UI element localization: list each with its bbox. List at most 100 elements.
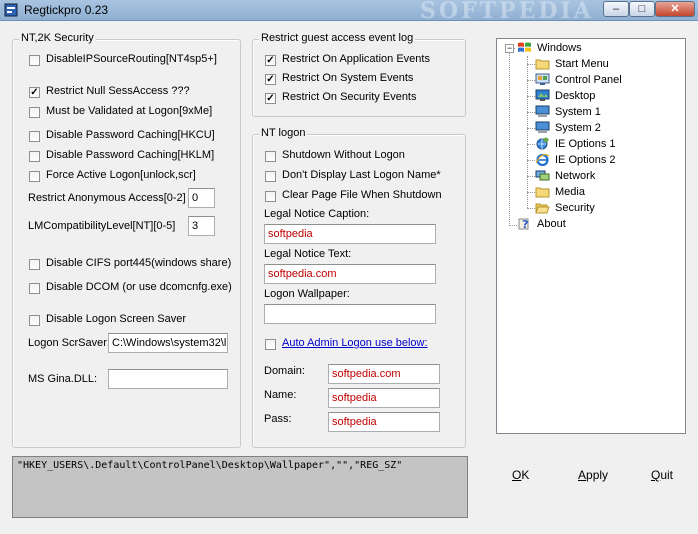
minimize-icon: – — [612, 3, 620, 15]
watermark-text: SOFTPEDIA — [420, 0, 594, 24]
app-window: Regtickpro 0.23 SOFTPEDIA – □ ✕ NT,2K Se… — [0, 0, 698, 534]
ms-gina-label: MS Gina.DLL: — [28, 373, 98, 385]
tree-label-ie-options-1: IE Options 1 — [555, 138, 616, 150]
legal-notice-caption-label: Legal Notice Caption: — [264, 208, 370, 220]
disable-logon-saver-label: Disable Logon Screen Saver — [46, 313, 187, 325]
restrict-null-sess-label: Restrict Null SessAccess ??? — [46, 85, 190, 97]
must-validate-checkbox[interactable] — [29, 107, 40, 118]
logon-scrsaver-field[interactable]: C:\Windows\system32\l — [108, 333, 228, 353]
restrict-app-events-label: Restrict On Application Events — [282, 53, 430, 65]
clear-pagefile-label: Clear Page File When Shutdown — [282, 189, 442, 201]
disable-dcom-checkbox[interactable] — [29, 283, 40, 294]
tree-label-about: About — [537, 218, 566, 230]
desktop-icon — [535, 89, 550, 101]
disable-pw-cache-hklm-label: Disable Password Caching[HKLM] — [46, 149, 215, 161]
disable-pw-cache-hklm-checkbox[interactable] — [29, 151, 40, 162]
disable-pw-cache-hkcu-checkbox[interactable] — [29, 131, 40, 142]
auto-admin-logon-link[interactable]: Auto Admin Logon use below: — [282, 337, 428, 349]
window-title: Regtickpro 0.23 — [24, 3, 109, 17]
logon-wallpaper-label: Logon Wallpaper: — [264, 288, 350, 300]
quit-mnemonic: Q — [651, 468, 661, 482]
tree-label-control-panel: Control Panel — [555, 74, 622, 86]
tree-label-media: Media — [555, 186, 585, 198]
shutdown-without-logon-label: Shutdown Without Logon — [282, 149, 405, 161]
quit-label-rest: uit — [660, 468, 674, 482]
computer-icon — [535, 121, 550, 133]
tree-label-windows: Windows — [537, 42, 582, 54]
disable-ip-source-routing-checkbox[interactable] — [29, 55, 40, 66]
folder-open-icon — [535, 203, 550, 214]
tree-label-network: Network — [555, 170, 596, 182]
close-button[interactable]: ✕ — [655, 1, 695, 17]
restrict-null-sess-checkbox[interactable]: ✓ — [29, 87, 40, 98]
tree-label-ie-options-2: IE Options 2 — [555, 154, 616, 166]
svg-text:?: ? — [522, 218, 528, 230]
title-bar[interactable]: Regtickpro 0.23 SOFTPEDIA – □ ✕ — [0, 0, 698, 24]
quit-button[interactable]: Quit — [651, 467, 673, 483]
windows-logo-icon — [518, 42, 531, 52]
clear-pagefile-checkbox[interactable] — [265, 191, 276, 202]
tree-label-start-menu: Start Menu — [555, 58, 609, 70]
lmcompat-level-label: LMCompatibilityLevel[NT][0-5] — [28, 220, 176, 232]
disable-pw-cache-hkcu-label: Disable Password Caching[HKCU] — [46, 129, 215, 141]
restrict-sec-events-checkbox[interactable]: ✓ — [265, 93, 276, 104]
apply-label-rest: pply — [586, 468, 609, 482]
apply-button[interactable]: Apply — [578, 467, 608, 483]
pass-label: Pass: — [264, 413, 292, 425]
disable-cifs-label: Disable CIFS port445(windows share) — [46, 257, 232, 269]
guest-access-title: Restrict guest access event log — [259, 32, 416, 44]
collapse-icon[interactable]: − — [505, 44, 514, 53]
tree-label-system-1: System 1 — [555, 106, 601, 118]
nt-logon-title: NT logon — [259, 127, 308, 139]
dont-display-last-checkbox[interactable] — [265, 171, 276, 182]
tree-label-system-2: System 2 — [555, 122, 601, 134]
ms-gina-field[interactable] — [108, 369, 228, 389]
restrict-app-events-checkbox[interactable]: ✓ — [265, 55, 276, 66]
shutdown-without-logon-checkbox[interactable] — [265, 151, 276, 162]
tree-label-desktop: Desktop — [555, 90, 596, 102]
folder-icon — [535, 59, 550, 70]
domain-label: Domain: — [264, 365, 305, 377]
ok-mnemonic: O — [512, 468, 522, 482]
folder-icon — [535, 187, 550, 198]
category-tree[interactable]: − Windows Start Menu Control Panel Deskt… — [496, 38, 686, 434]
logon-scrsaver-label: Logon ScrSaver: — [28, 337, 110, 349]
name-label: Name: — [264, 389, 297, 401]
network-icon — [535, 170, 550, 181]
domain-field[interactable]: softpedia.com — [328, 364, 440, 384]
lmcompat-level-field[interactable]: 3 — [188, 216, 215, 236]
restrict-sys-events-checkbox[interactable]: ✓ — [265, 74, 276, 85]
legal-notice-caption-field[interactable]: softpedia — [264, 224, 436, 244]
disable-ip-source-routing-label: DisableIPSourceRouting[NT4sp5+] — [46, 53, 217, 65]
globe-gear-icon — [536, 137, 549, 150]
disable-cifs-checkbox[interactable] — [29, 259, 40, 270]
maximize-button[interactable]: □ — [629, 1, 655, 17]
ok-label-rest: K — [521, 468, 530, 482]
tree-label-security: Security — [555, 202, 595, 214]
minimize-button[interactable]: – — [603, 1, 629, 17]
disable-dcom-label: Disable DCOM (or use dcomcnfg.exe) — [46, 281, 232, 293]
name-field[interactable]: softpedia — [328, 388, 440, 408]
ok-button[interactable]: OK — [512, 467, 529, 483]
force-active-logon-label: Force Active Logon[unlock,scr] — [46, 169, 196, 181]
app-icon — [4, 3, 18, 17]
auto-admin-logon-checkbox[interactable] — [265, 339, 276, 350]
registry-path-status: "HKEY_USERS\.Default\ControlPanel\Deskto… — [12, 456, 468, 518]
legal-notice-text-field[interactable]: softpedia.com — [264, 264, 436, 284]
restrict-sec-events-label: Restrict On Security Events — [282, 91, 417, 103]
must-validate-label: Must be Validated at Logon[9xMe] — [46, 105, 213, 117]
maximize-icon: □ — [638, 3, 646, 15]
disable-logon-saver-checkbox[interactable] — [29, 315, 40, 326]
pass-field[interactable]: softpedia — [328, 412, 440, 432]
restrict-sys-events-label: Restrict On System Events — [282, 72, 414, 84]
computer-icon — [535, 105, 550, 117]
force-active-logon-checkbox[interactable] — [29, 171, 40, 182]
close-icon: ✕ — [670, 3, 680, 15]
internet-explorer-icon — [535, 153, 550, 166]
restrict-anonymous-label: Restrict Anonymous Access[0-2] — [28, 192, 186, 204]
help-icon: ? — [518, 218, 529, 230]
restrict-anonymous-field[interactable]: 0 — [188, 188, 215, 208]
logon-wallpaper-field[interactable] — [264, 304, 436, 324]
control-panel-icon — [535, 73, 550, 85]
nt2k-security-title: NT,2K Security — [19, 32, 96, 44]
